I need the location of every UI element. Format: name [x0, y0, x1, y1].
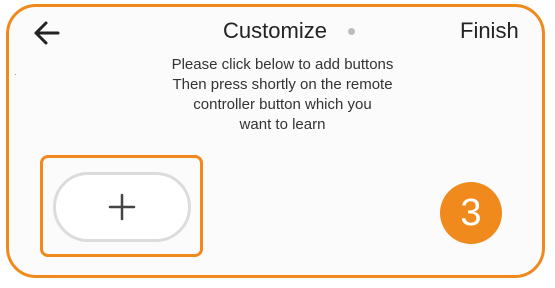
- instructions: Please click below to add buttons Then p…: [120, 55, 445, 135]
- step-number-badge: 3: [440, 182, 502, 244]
- finish-button[interactable]: Finish: [460, 18, 519, 44]
- instruction-line: Then press shortly on the remote: [172, 76, 393, 93]
- add-button[interactable]: [53, 172, 191, 242]
- stray-mark: ·: [14, 70, 17, 79]
- page-title: Customize: [223, 18, 327, 43]
- instruction-line: controller button which you: [193, 96, 372, 113]
- back-button[interactable]: [30, 16, 64, 50]
- instruction-line: Please click below to add buttons: [171, 56, 394, 73]
- instruction-line: want to learn: [239, 116, 326, 133]
- plus-icon: [108, 193, 136, 221]
- arrow-left-icon: [34, 21, 60, 45]
- status-dot: [348, 28, 355, 35]
